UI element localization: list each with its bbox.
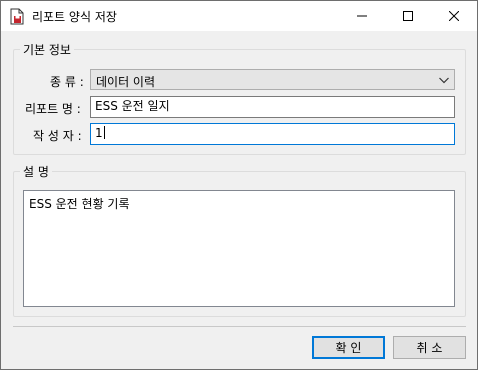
minimize-button[interactable] [339,1,385,31]
type-select[interactable]: 데이터 이력 [90,69,455,90]
name-label: 리포트 명 : [25,102,81,116]
report-name-input[interactable]: ESS 운전 일지 [90,96,455,118]
chevron-down-icon [438,74,450,86]
author-input[interactable]: 1 [90,123,455,145]
text-caret [103,126,105,139]
ok-button[interactable]: 확 인 [312,336,385,359]
window-title: 리포트 양식 저장 [32,10,117,24]
description-textarea[interactable]: ESS 운전 현황 기록 [23,190,455,307]
dialog-window: 리포트 양식 저장 기본 정보 종 류 : 데이터 이력 리포트 명 : ESS… [0,0,478,370]
basic-info-title: 기본 정보 [20,41,74,58]
author-value: 1 [95,126,103,140]
author-label: 작 성 자 : [33,129,82,143]
description-title: 설 명 [20,163,52,180]
type-label: 종 류 : [50,75,84,89]
close-button[interactable] [431,1,477,31]
type-select-value: 데이터 이력 [96,75,156,89]
close-icon [449,11,459,21]
minimize-icon [357,15,367,17]
description-text: ESS 운전 현황 기록 [29,197,130,211]
title-bar[interactable]: 리포트 양식 저장 [1,1,477,31]
report-save-icon [10,8,25,25]
divider [13,326,466,327]
cancel-button[interactable]: 취 소 [393,336,466,359]
maximize-icon [403,11,413,21]
maximize-button[interactable] [385,1,431,31]
report-name-value: ESS 운전 일지 [95,99,170,113]
